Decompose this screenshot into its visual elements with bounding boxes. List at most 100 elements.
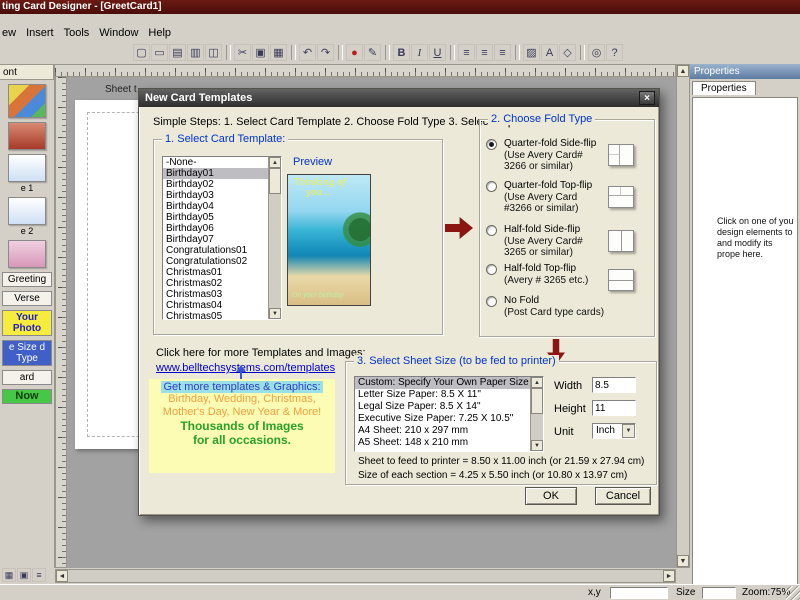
menu-insert[interactable]: Insert	[24, 26, 62, 40]
bold-icon[interactable]: B	[393, 44, 410, 61]
page2-button[interactable]: e 2	[2, 197, 52, 236]
sheet-size-item[interactable]: A5 Sheet: 148 x 210 mm	[355, 437, 530, 449]
menu-tools[interactable]: Tools	[62, 26, 98, 40]
template-list-item[interactable]: Christmas02	[163, 278, 268, 289]
close-icon[interactable]: ×	[639, 91, 655, 105]
width-input[interactable]	[592, 377, 636, 393]
radio-quarter-fold-side-flip[interactable]: Quarter-fold Side-flip (Use Avery Card# …	[486, 138, 650, 172]
menu-help[interactable]: Help	[146, 26, 179, 40]
snap-icon[interactable]: ▣	[17, 568, 31, 582]
italic-icon[interactable]: I	[411, 44, 428, 61]
scroll-down-icon[interactable]: ▼	[677, 555, 689, 567]
now-button[interactable]: Now	[2, 389, 52, 404]
insert-image-icon[interactable]: ▨	[523, 44, 540, 61]
template-list-item[interactable]: Birthday05	[163, 212, 268, 223]
template-list-item[interactable]: Birthday03	[163, 190, 268, 201]
insert-shape-icon[interactable]: ◇	[559, 44, 576, 61]
undo-icon[interactable]: ↶	[299, 44, 316, 61]
align-left-icon[interactable]: ≡	[458, 44, 475, 61]
separator[interactable]	[291, 45, 296, 60]
font-color-icon[interactable]: ●	[346, 44, 363, 61]
tab-properties[interactable]: Properties	[692, 81, 756, 95]
resize-grip[interactable]	[786, 586, 800, 600]
vertical-scrollbar[interactable]: ▲ ▼	[676, 64, 690, 568]
chevron-down-icon[interactable]: ▼	[622, 424, 635, 438]
separator[interactable]	[580, 45, 585, 60]
radio-no-fold[interactable]: No Fold (Post Card type cards)	[486, 295, 650, 318]
scroll-thumb[interactable]	[269, 168, 281, 194]
copy-icon[interactable]: ▣	[252, 44, 269, 61]
redo-icon[interactable]: ↷	[317, 44, 334, 61]
scroll-thumb[interactable]	[531, 388, 543, 414]
radio-icon[interactable]	[486, 296, 497, 307]
sheet-size-listbox[interactable]: Custom: Specify Your Own Paper Size Lette…	[354, 376, 544, 452]
template-list-item[interactable]: Christmas03	[163, 289, 268, 300]
sheet-size-item[interactable]: Custom: Specify Your Own Paper Size	[355, 377, 530, 389]
radio-icon[interactable]	[486, 139, 497, 150]
menu-window[interactable]: Window	[97, 26, 146, 40]
card-button[interactable]: ard	[2, 370, 52, 385]
template-list-item[interactable]: Congratulations01	[163, 245, 268, 256]
ok-button[interactable]: OK	[525, 487, 577, 505]
sheet-size-item[interactable]: Executive Size Paper: 7.25 X 10.5"	[355, 413, 530, 425]
template-list-item[interactable]: Christmas05	[163, 311, 268, 319]
scroll-down-icon[interactable]: ▼	[269, 308, 281, 319]
cut-icon[interactable]: ✂	[234, 44, 251, 61]
height-input[interactable]	[592, 400, 636, 416]
scroll-up-icon[interactable]: ▲	[677, 65, 689, 77]
menu-view[interactable]: ew	[0, 26, 24, 40]
help-icon[interactable]: ?	[606, 44, 623, 61]
sidebar-tab-front[interactable]: ont	[0, 64, 54, 80]
radio-icon[interactable]	[486, 181, 497, 192]
sheet-size-item[interactable]: Legal Size Paper: 8.5 X 14"	[355, 401, 530, 413]
separator[interactable]	[226, 45, 231, 60]
sheet-size-item[interactable]: Letter Size Paper: 8.5 X 11"	[355, 389, 530, 401]
grid-icon[interactable]: ▦	[2, 568, 16, 582]
scroll-up-icon[interactable]: ▲	[269, 157, 281, 168]
separator[interactable]	[515, 45, 520, 60]
radio-half-fold-top-flip[interactable]: Half-fold Top-flip (Avery # 3265 etc.)	[486, 263, 650, 291]
align-right-icon[interactable]: ≡	[494, 44, 511, 61]
template-list-item[interactable]: -None-	[163, 157, 268, 168]
underline-icon[interactable]: U	[429, 44, 446, 61]
separator[interactable]	[338, 45, 343, 60]
card-inside-icon[interactable]	[2, 122, 52, 150]
card-back-icon[interactable]	[2, 240, 52, 268]
template-listbox[interactable]: -None- Birthday01 Birthday02 Birthday03 Birt…	[162, 156, 282, 320]
window-titlebar[interactable]: ting Card Designer - [GreetCard1]	[0, 0, 800, 14]
radio-icon[interactable]	[486, 225, 497, 236]
brush-icon[interactable]: ✎	[364, 44, 381, 61]
horizontal-scrollbar[interactable]: ◄ ►	[55, 569, 676, 583]
template-list-item[interactable]: Christmas01	[163, 267, 268, 278]
save-icon[interactable]: ▤	[169, 44, 186, 61]
card-front-icon[interactable]	[2, 84, 52, 118]
radio-half-fold-side-flip[interactable]: Half-fold Side-flip (Use Avery Card# 326…	[486, 224, 650, 258]
separator[interactable]	[385, 45, 390, 60]
print-icon[interactable]: ▥	[187, 44, 204, 61]
dialog-titlebar[interactable]: New Card Templates ×	[139, 89, 659, 107]
scroll-up-icon[interactable]: ▲	[531, 377, 543, 388]
greeting-button[interactable]: Greeting	[2, 272, 52, 287]
scroll-down-icon[interactable]: ▼	[531, 440, 543, 451]
size-type-button[interactable]: e Size d Type	[2, 340, 52, 366]
insert-text-icon[interactable]: A	[541, 44, 558, 61]
template-list-item[interactable]: Christmas04	[163, 300, 268, 311]
template-list-item[interactable]: Birthday07	[163, 234, 268, 245]
zoom-icon[interactable]: ◎	[588, 44, 605, 61]
open-icon[interactable]: ▭	[151, 44, 168, 61]
print-preview-icon[interactable]: ◫	[205, 44, 222, 61]
verse-button[interactable]: Verse	[2, 291, 52, 306]
cancel-button[interactable]: Cancel	[595, 487, 651, 505]
template-list-item[interactable]: Birthday02	[163, 179, 268, 190]
template-list-item[interactable]: Birthday06	[163, 223, 268, 234]
template-list-item[interactable]: Birthday01	[163, 168, 268, 179]
unit-dropdown[interactable]: Inch ▼	[592, 423, 636, 439]
scroll-left-icon[interactable]: ◄	[56, 570, 68, 582]
radio-quarter-fold-top-flip[interactable]: Quarter-fold Top-flip (Use Avery Card #3…	[486, 180, 650, 214]
align-center-icon[interactable]: ≡	[476, 44, 493, 61]
template-list-item[interactable]: Congratulations02	[163, 256, 268, 267]
layers-icon[interactable]: ≡	[32, 568, 46, 582]
sheet-list-scrollbar[interactable]: ▲ ▼	[530, 377, 543, 451]
scroll-right-icon[interactable]: ►	[663, 570, 675, 582]
sheet-size-item[interactable]: A4 Sheet: 210 x 297 mm	[355, 425, 530, 437]
